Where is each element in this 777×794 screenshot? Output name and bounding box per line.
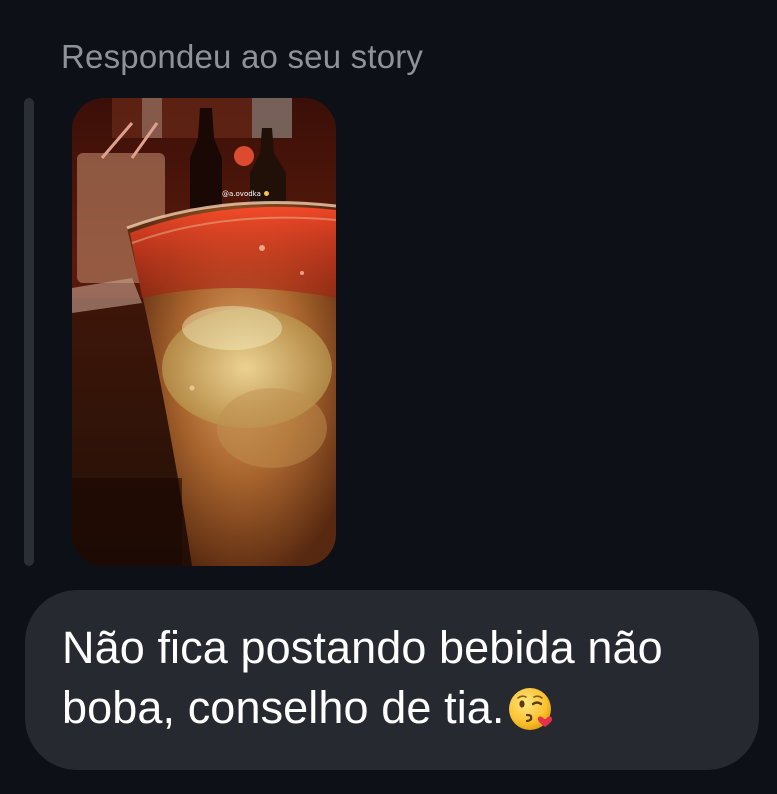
- quote-bar: [24, 98, 34, 566]
- story-reply-caption: Respondeu ao seu story: [61, 38, 424, 75]
- story-thumbnail[interactable]: @a.ovodka: [72, 98, 336, 566]
- message-body: Não fica postando bebida não boba, conse…: [62, 622, 663, 733]
- message-text: Não fica postando bebida não boba, conse…: [62, 618, 742, 738]
- story-mention-text: @a.ovodka: [222, 190, 261, 198]
- story-photo: [72, 98, 336, 566]
- dm-thread: Respondeu ao seu story @a.ovodka Não fic…: [0, 0, 777, 794]
- mention-dot-icon: [263, 191, 269, 196]
- message-bubble[interactable]: Não fica postando bebida não boba, conse…: [25, 590, 759, 770]
- story-mention-tag: @a.ovodka: [222, 190, 269, 198]
- kissing-face-with-heart-icon: [508, 688, 552, 730]
